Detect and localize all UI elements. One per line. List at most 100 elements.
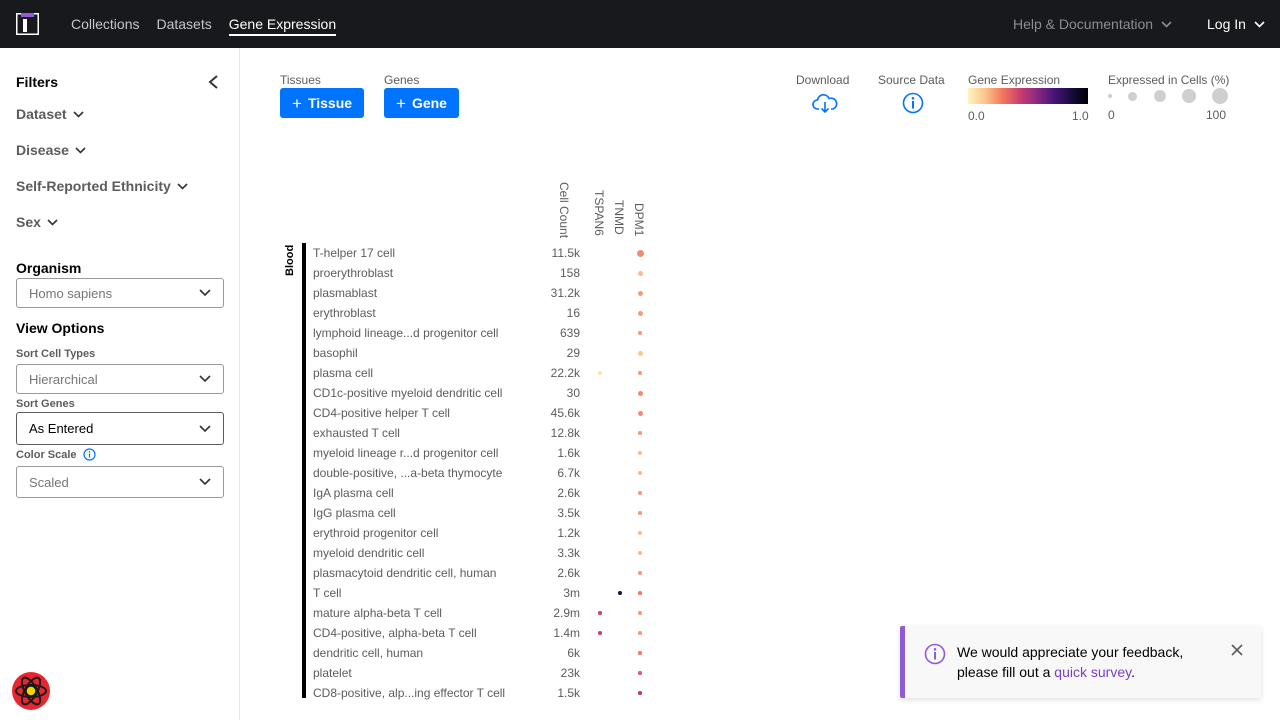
- expression-dot[interactable]: [638, 651, 642, 655]
- organism-select[interactable]: Homo sapiens: [16, 278, 224, 308]
- cell-type-row[interactable]: CD8-positive, alp...ing effector T cell 1…: [313, 683, 653, 703]
- cell-type-row[interactable]: T-helper 17 cell 11.5k: [313, 243, 653, 263]
- expression-dot[interactable]: [598, 631, 602, 635]
- add-gene-button[interactable]: + Gene: [384, 88, 459, 118]
- expression-dot[interactable]: [637, 290, 643, 296]
- cell-type-row[interactable]: CD4-positive helper T cell 45.6k: [313, 403, 653, 423]
- expression-dot[interactable]: [638, 451, 642, 455]
- cell-type-name: IgG plasma cell: [313, 506, 396, 520]
- sort-cell-types-label: Sort Cell Types: [16, 348, 96, 360]
- cell-type-row[interactable]: exhausted T cell 12.8k: [313, 423, 653, 443]
- filter-ethnicity-label: Self-Reported Ethnicity: [16, 178, 171, 194]
- color-scale-select[interactable]: Scaled: [16, 466, 224, 498]
- login-menu[interactable]: Log In: [1207, 0, 1265, 48]
- chevron-down-icon: [199, 375, 211, 383]
- expression-dot[interactable]: [638, 611, 642, 615]
- cell-type-row[interactable]: CD4-positive, alpha-beta T cell 1.4m: [313, 623, 653, 643]
- add-gene-label: Gene: [411, 95, 447, 111]
- expression-dot[interactable]: [638, 531, 642, 535]
- cell-type-row[interactable]: IgA plasma cell 2.6k: [313, 483, 653, 503]
- cell-type-row[interactable]: plasmablast 31.2k: [313, 283, 653, 303]
- expression-dot[interactable]: [637, 390, 643, 396]
- gene-header-tspan6[interactable]: TSPAN6: [592, 190, 606, 236]
- cell-type-row[interactable]: double-positive, ...a-beta thymocyte 6.7k: [313, 463, 653, 483]
- expression-dot[interactable]: [638, 511, 642, 515]
- cell-type-row[interactable]: mature alpha-beta T cell 2.9m: [313, 603, 653, 623]
- cell-type-row[interactable]: basophil 29: [313, 343, 653, 363]
- sort-genes-select[interactable]: As Entered: [16, 412, 224, 445]
- collapse-sidebar-icon[interactable]: [206, 74, 220, 90]
- expression-dot[interactable]: [638, 491, 642, 495]
- expression-dot[interactable]: [638, 431, 642, 435]
- expression-dot[interactable]: [618, 591, 622, 595]
- gene-header-dpm1[interactable]: DPM1: [632, 203, 646, 236]
- expression-dot[interactable]: [637, 270, 643, 276]
- cell-type-row[interactable]: IgG plasma cell 3.5k: [313, 503, 653, 523]
- cell-type-row[interactable]: T cell 3m: [313, 583, 653, 603]
- cell-type-row[interactable]: proerythroblast 158: [313, 263, 653, 283]
- nav-datasets[interactable]: Datasets: [156, 16, 211, 32]
- cell-type-name: mature alpha-beta T cell: [313, 606, 442, 620]
- cell-type-row[interactable]: CD1c-positive myeloid dendritic cell 30: [313, 383, 653, 403]
- atom-badge-icon[interactable]: [10, 670, 52, 712]
- gene-header-tnmd[interactable]: TNMD: [612, 200, 626, 235]
- info-icon[interactable]: [82, 448, 96, 461]
- cell-type-row[interactable]: erythroid progenitor cell 1.2k: [313, 523, 653, 543]
- filter-ethnicity[interactable]: Self-Reported Ethnicity: [16, 178, 188, 194]
- tissue-label-blood[interactable]: Blood: [284, 243, 296, 276]
- help-label: Help & Documentation: [1013, 16, 1154, 32]
- cell-count: 22.2k: [550, 366, 580, 380]
- genes-label: Genes: [384, 73, 420, 87]
- cell-type-row[interactable]: myeloid dendritic cell 3.3k: [313, 543, 653, 563]
- cloud-download-icon[interactable]: [812, 92, 838, 114]
- expression-dot[interactable]: [638, 571, 642, 575]
- quick-survey-link[interactable]: quick survey: [1054, 664, 1131, 680]
- expression-dot[interactable]: [598, 371, 602, 375]
- expression-dot[interactable]: [638, 591, 642, 595]
- filter-sex[interactable]: Sex: [16, 214, 58, 230]
- cell-type-row[interactable]: lymphoid lineage...d progenitor cell 639: [313, 323, 653, 343]
- expression-dot[interactable]: [638, 551, 642, 555]
- expression-dot[interactable]: [637, 410, 643, 416]
- cell-type-row[interactable]: erythroblast 16: [313, 303, 653, 323]
- expression-dot[interactable]: [637, 310, 643, 316]
- cell-count: 16: [566, 306, 580, 320]
- cell-type-name: basophil: [313, 346, 358, 360]
- filter-disease[interactable]: Disease: [16, 142, 86, 158]
- expression-dot[interactable]: [638, 331, 642, 335]
- chevron-down-icon: [1254, 20, 1265, 28]
- expression-dot[interactable]: [638, 671, 642, 675]
- filter-dataset[interactable]: Dataset: [16, 106, 84, 122]
- cell-type-row[interactable]: myeloid lineage r...d progenitor cell 1.6…: [313, 443, 653, 463]
- nav-collections[interactable]: Collections: [71, 16, 139, 32]
- cell-type-name: CD4-positive, alpha-beta T cell: [313, 626, 477, 640]
- expression-dot[interactable]: [638, 471, 642, 475]
- logo-icon[interactable]: [16, 13, 39, 35]
- help-documentation-menu[interactable]: Help & Documentation: [1013, 0, 1172, 48]
- expression-dot[interactable]: [598, 611, 602, 615]
- sort-cell-types-select[interactable]: Hierarchical: [16, 364, 224, 394]
- chevron-down-icon: [73, 110, 84, 118]
- cell-count: 1.6k: [557, 446, 580, 460]
- cell-type-row[interactable]: plasma cell 22.2k: [313, 363, 653, 383]
- cell-type-row[interactable]: dendritic cell, human 6k: [313, 643, 653, 663]
- cell-count: 23k: [560, 666, 580, 680]
- cell-type-row[interactable]: platelet 23k: [313, 663, 653, 683]
- expression-dot[interactable]: [638, 691, 642, 695]
- cell-count: 6.7k: [557, 466, 580, 480]
- info-circle-icon[interactable]: [902, 92, 924, 114]
- expression-dot[interactable]: [636, 249, 644, 257]
- close-icon[interactable]: [1231, 644, 1243, 656]
- cell-type-name: proerythroblast: [313, 266, 394, 280]
- expression-dot[interactable]: [638, 371, 642, 375]
- expression-dot[interactable]: [638, 631, 642, 635]
- add-tissue-button[interactable]: + Tissue: [280, 88, 365, 118]
- chevron-down-icon: [199, 424, 211, 432]
- expression-dot[interactable]: [637, 350, 643, 356]
- cell-type-row[interactable]: plasmacytoid dendritic cell, human 2.6k: [313, 563, 653, 583]
- nav-gene-expression[interactable]: Gene Expression: [228, 16, 337, 36]
- top-navbar: Collections Datasets Gene Expression Hel…: [0, 0, 1280, 48]
- cell-count: 158: [559, 266, 580, 280]
- gene-expression-min: 0.0: [968, 109, 985, 123]
- cell-type-name: CD8-positive, alp...ing effector T cell: [313, 686, 506, 700]
